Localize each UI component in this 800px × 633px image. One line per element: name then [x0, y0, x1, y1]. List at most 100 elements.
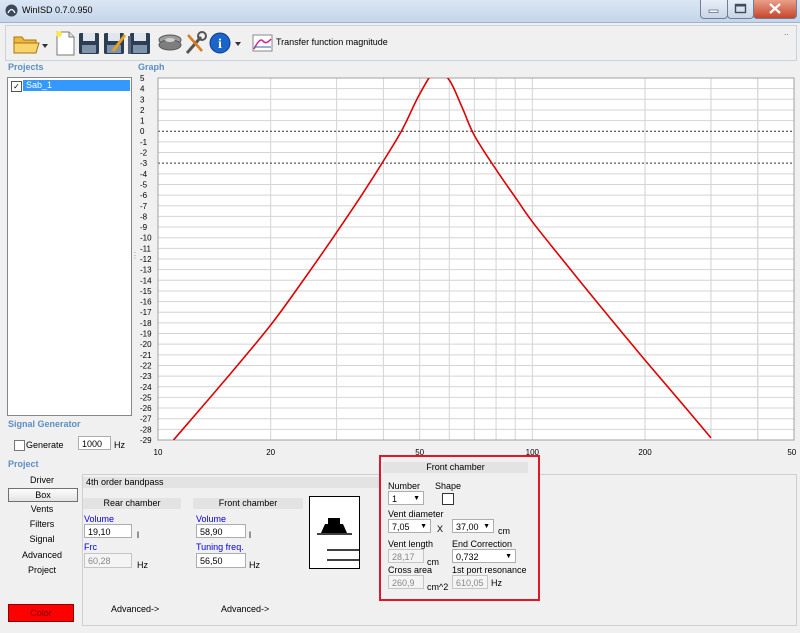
nav-box[interactable]: Box: [8, 488, 78, 502]
y-tick-label: -14: [140, 276, 152, 285]
maximize-button[interactable]: [727, 0, 754, 19]
y-tick-label: -17: [140, 308, 152, 317]
port-resonance-input: 610,05: [452, 575, 488, 589]
vent-diameter-b-select[interactable]: 37,00 ▼: [452, 519, 494, 533]
x-tick-label: 500: [787, 448, 796, 457]
generate-checkbox[interactable]: [14, 440, 25, 451]
x-tick-label: 10: [154, 448, 163, 457]
x-tick-label: 200: [638, 448, 652, 457]
new-project-button[interactable]: [52, 29, 78, 57]
tools-button[interactable]: [182, 29, 208, 57]
end-correction-label: End Correction: [452, 539, 513, 549]
y-tick-label: 2: [140, 106, 145, 115]
front-vent-header: Front chamber: [383, 462, 528, 473]
y-tick-label: -22: [140, 361, 152, 370]
save-all-icon: [128, 33, 150, 54]
open-folder-icon: [13, 36, 48, 54]
nav-signal[interactable]: Signal: [8, 533, 76, 546]
y-tick-label: -10: [140, 234, 152, 243]
y-tick-label: -25: [140, 393, 152, 402]
color-button[interactable]: Color: [8, 604, 74, 622]
nav-advanced[interactable]: Advanced: [8, 549, 76, 562]
project-checkbox[interactable]: ✓: [11, 81, 22, 92]
generate-label: Generate: [26, 440, 64, 450]
vent-length-label: Vent length: [388, 539, 434, 549]
info-button[interactable]: i: [208, 29, 242, 57]
vent-diameter-a-select[interactable]: 7,05 ▼: [388, 519, 431, 533]
vent-number-value: 1: [392, 494, 398, 504]
dimension-x-label: X: [437, 524, 444, 534]
window-title: WinISD 0.7.0.950: [22, 5, 93, 15]
chevron-down-icon: ▼: [413, 495, 420, 502]
vent-shape-selector[interactable]: [442, 493, 454, 505]
driver-editor-button[interactable]: [157, 29, 183, 57]
port-resonance-unit: Hz: [491, 578, 502, 588]
toolbar-overflow[interactable]: ..: [784, 28, 788, 37]
chevron-down-icon: ▼: [483, 523, 490, 530]
front-volume-input[interactable]: 58,90: [196, 524, 246, 538]
open-project-button[interactable]: [12, 29, 48, 57]
transfer-function-button[interactable]: [250, 29, 276, 57]
rear-advanced-link[interactable]: Advanced->: [111, 604, 159, 614]
y-tick-label: -21: [140, 351, 152, 360]
chevron-down-icon: ▼: [420, 523, 427, 530]
y-tick-label: -15: [140, 287, 152, 296]
transfer-function-icon: [252, 34, 273, 52]
end-correction-value: 0,732: [456, 552, 479, 562]
nav-filters[interactable]: Filters: [8, 518, 76, 531]
y-tick-label: -11: [140, 244, 152, 253]
transfer-function-graph[interactable]: 5 43 2 10 -1 -2-3 -4-5 -6 -7-8 -9 -10-11 -12 -13-14 -…: [138, 72, 796, 462]
y-tick-label: -26: [140, 404, 152, 413]
y-tick-label: -4: [140, 170, 148, 179]
title-bar: WinISD 0.7.0.950: [0, 0, 800, 23]
vent-diameter-b-value: 37,00: [456, 522, 479, 532]
save-as-button[interactable]: [101, 29, 127, 57]
save-all-button[interactable]: [127, 29, 153, 57]
box-diagram-icon: [309, 496, 360, 569]
graph-section-label: Graph: [138, 62, 165, 72]
chevron-down-icon: ▼: [505, 553, 512, 560]
graph-type-label[interactable]: Transfer function magnitude: [276, 37, 388, 47]
app-icon: [5, 4, 18, 17]
projects-list[interactable]: ✓ Sab_1: [7, 77, 132, 416]
y-tick-label: 5: [140, 74, 145, 83]
frc-label: Frc: [84, 542, 97, 552]
y-tick-label: -6: [140, 191, 148, 200]
rear-volume-input[interactable]: 19,10: [84, 524, 132, 538]
end-correction-select[interactable]: 0,732 ▼: [452, 549, 516, 563]
vent-number-select[interactable]: 1 ▼: [388, 491, 424, 505]
tuning-freq-input[interactable]: 56,50: [196, 553, 246, 568]
x-tick-label: 20: [266, 448, 275, 457]
y-tick-label: 0: [140, 127, 145, 136]
y-tick-label: -7: [140, 202, 148, 211]
nav-project[interactable]: Project: [8, 564, 76, 577]
minimize-icon: [708, 9, 719, 13]
vent-shape-label: Shape: [435, 481, 462, 491]
tools-icon: [185, 31, 207, 54]
generator-frequency-input[interactable]: 1000: [78, 436, 111, 450]
nav-vents[interactable]: Vents: [8, 503, 76, 516]
box-type-label: 4th order bandpass: [83, 477, 381, 488]
y-tick-label: -18: [140, 319, 152, 328]
close-button[interactable]: [753, 0, 797, 19]
y-tick-label: -2: [140, 149, 148, 158]
project-item[interactable]: Sab_1: [23, 80, 130, 91]
nav-driver[interactable]: Driver: [8, 474, 76, 487]
save-button[interactable]: [76, 29, 102, 57]
maximize-icon: [734, 3, 747, 14]
y-tick-label: -5: [140, 180, 148, 189]
tuning-freq-label: Tuning freq.: [196, 542, 244, 552]
info-icon: i: [209, 32, 241, 54]
minimize-button[interactable]: [700, 0, 728, 19]
y-tick-label: -1: [140, 138, 148, 147]
frc-input: 60,28: [84, 553, 132, 568]
rear-volume-unit: l: [137, 530, 139, 540]
vent-diameter-a-value: 7,05: [392, 522, 410, 532]
save-icon: [79, 33, 99, 54]
front-volume-label: Volume: [196, 514, 227, 524]
cross-area-input: 260,9: [388, 575, 424, 589]
cross-area-unit: cm^2: [427, 582, 449, 592]
front-advanced-link[interactable]: Advanced->: [221, 604, 269, 614]
driver-icon: [158, 34, 182, 51]
generator-unit: Hz: [114, 440, 125, 450]
